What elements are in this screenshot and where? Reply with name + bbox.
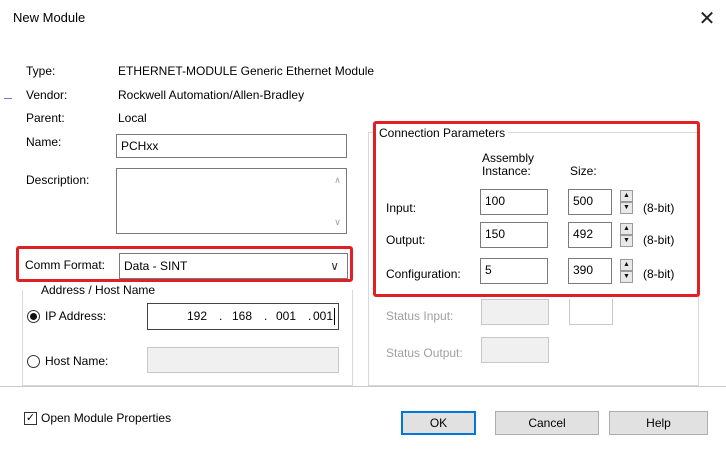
input-instance-field[interactable]: 100 [480,189,548,215]
vendor-label: Vendor: [26,88,68,102]
assembly-header: Assembly [482,151,535,165]
scroll-down-icon[interactable]: ∨ [329,215,346,229]
host-name-radio[interactable] [27,355,40,368]
configuration-size-unit: (8-bit) [643,267,675,281]
spin-up-icon[interactable]: ▲ [620,223,633,235]
output-instance-field[interactable]: 150 [480,222,548,248]
configuration-instance-field[interactable]: 5 [480,258,548,284]
open-module-properties-checkbox[interactable]: ✓ [24,412,37,425]
connection-group-title: Connection Parameters [376,126,509,140]
status-output-field [481,337,549,363]
ip-octet-3: 001 [276,309,297,323]
input-size-field[interactable]: 500 [568,189,612,215]
status-output-label: Status Output: [386,346,463,360]
configuration-row-label: Configuration: [386,267,461,281]
type-value: ETHERNET-MODULE Generic Ethernet Module [118,64,375,78]
spin-up-icon[interactable]: ▲ [620,190,633,202]
spin-down-icon[interactable]: ▼ [620,235,633,247]
name-input[interactable]: PCHxx [116,134,347,158]
scroll-up-icon[interactable]: ∧ [329,173,346,187]
window-edge-mark [4,98,12,99]
output-size-field[interactable]: 492 [568,222,612,248]
ip-dot-1: . [219,309,223,323]
output-row-label: Output: [386,233,426,247]
help-button[interactable]: Help [609,411,708,435]
description-label: Description: [26,173,90,187]
chevron-down-icon: ∨ [330,259,339,273]
size-header: Size: [570,164,597,178]
output-size-spinner[interactable]: ▲ ▼ [620,223,634,247]
ip-octet-1: 192 [187,309,208,323]
close-icon[interactable]: ✕ [694,6,720,32]
address-group-title: Address / Host Name [38,283,159,297]
text-caret [334,308,335,325]
input-row-label: Input: [386,201,417,215]
instance-header: Instance: [482,164,531,178]
comm-format-value: Data - SINT [124,259,188,273]
spin-down-icon[interactable]: ▼ [620,202,633,214]
description-scrollbar[interactable]: ∧ ∨ [329,169,346,233]
configuration-size-spinner[interactable]: ▲ ▼ [620,259,634,283]
description-textarea[interactable]: ∧ ∨ [116,168,347,234]
name-label: Name: [26,135,62,149]
ok-button[interactable]: OK [401,411,476,435]
ip-address-label: IP Address: [45,309,107,323]
spin-down-icon[interactable]: ▼ [620,271,633,283]
ip-octet-4: 001 [313,309,334,323]
host-name-label: Host Name: [45,354,109,368]
type-label: Type: [26,64,56,78]
status-input-size-field [569,299,613,325]
configuration-size-field[interactable]: 390 [568,258,612,284]
output-size-unit: (8-bit) [643,233,675,247]
status-input-field [481,299,549,325]
vendor-value: Rockwell Automation/Allen-Bradley [118,88,305,102]
parent-label: Parent: [26,111,65,125]
host-name-input[interactable] [147,347,339,373]
ip-address-field[interactable]: 192 . 168 . 001 . 001 [147,303,339,330]
ip-address-radio[interactable] [27,310,40,323]
footer-divider [0,386,726,387]
spin-up-icon[interactable]: ▲ [620,259,633,271]
ip-dot-2: . [264,309,268,323]
dialog-title: New Module [13,10,86,25]
ip-dot-3: . [308,309,312,323]
status-input-label: Status Input: [386,309,454,323]
input-size-spinner[interactable]: ▲ ▼ [620,190,634,214]
parent-value: Local [118,111,147,125]
open-module-properties-label: Open Module Properties [41,411,172,425]
comm-format-select[interactable]: Data - SINT ∨ [119,253,348,279]
input-size-unit: (8-bit) [643,201,675,215]
comm-format-label: Comm Format: [25,258,106,272]
title-bar [0,0,726,40]
ip-octet-2: 168 [232,309,253,323]
cancel-button[interactable]: Cancel [495,411,599,435]
